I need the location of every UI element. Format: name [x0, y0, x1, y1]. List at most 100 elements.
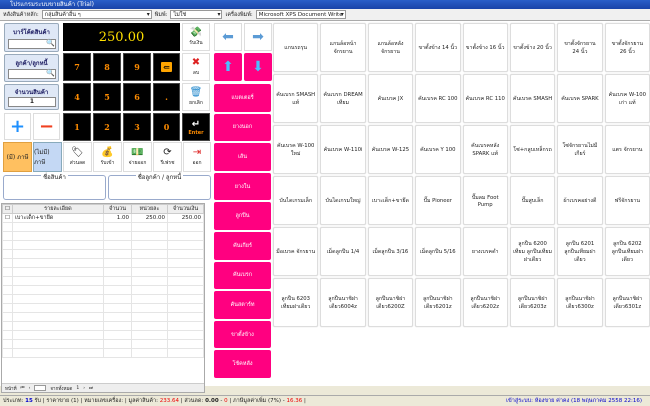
group-select[interactable]: กลุ่มสินค้าอื่น ๆ	[41, 10, 152, 19]
product-button[interactable]: ลูกปืน 6203 เทียมฝาเดียว	[273, 278, 319, 327]
receive-in-button[interactable]: 💰 รับเข้า	[93, 142, 122, 172]
category-button[interactable]: ขาตั้งข้าง	[214, 320, 271, 349]
category-button[interactable]: เส้น	[214, 143, 271, 171]
tax-off-button[interactable]: (ไม่มี) ภาษี	[33, 142, 62, 172]
product-button[interactable]: ลูกปืนนาชิฝาเดียว6004z	[320, 278, 366, 327]
product-button[interactable]: คันเบรค W-100 ใหม่	[273, 125, 319, 174]
product-button[interactable]: คันเบรคหลัง SPARK แท้	[462, 125, 508, 174]
product-button[interactable]: คันเบรค SMASH	[509, 74, 556, 123]
product-button[interactable]: เบาะเด็ก+ขายึด	[367, 176, 414, 225]
product-button[interactable]: ขาตั้งข้าง 20 นิ้ว	[509, 23, 556, 72]
page-input[interactable]	[34, 385, 47, 391]
product-button[interactable]: คันเบรก DREAM เทียม	[320, 74, 366, 123]
key-5[interactable]: 5	[93, 83, 121, 111]
product-button[interactable]: ฟรีจักรยาน	[604, 176, 650, 225]
key-3[interactable]: 3	[123, 113, 151, 141]
printer-select[interactable]: Microsoft XPS Document Write	[255, 10, 346, 19]
receive-payment-button[interactable]: 💸 รับเงิน	[182, 23, 210, 51]
plus-button[interactable]: +	[4, 113, 31, 140]
product-button[interactable]: คันเบรค W-100 เก่า แท้	[604, 74, 650, 123]
product-button[interactable]: ลูกปืน 6201 ลูกปืนเทียมฝาเดียว	[557, 227, 603, 276]
key-7[interactable]: 7	[63, 53, 91, 81]
cancel-button[interactable]: 🗑 ยกเลิก	[182, 83, 210, 111]
right-arrow-button[interactable]: ➡	[244, 23, 272, 51]
product-button[interactable]: ลูกปืนนาชิฝาเดียว6203z	[509, 278, 556, 327]
last-page-icon[interactable]: ⏭	[89, 385, 93, 391]
product-button[interactable]: ลูกปืน 6202 ลูกปืนเทียมฝาเดียว	[604, 227, 650, 276]
product-button[interactable]: มือเบรค จักรยาน	[273, 227, 319, 276]
refresh-button[interactable]: ⟳ รีเฟรช	[153, 142, 182, 172]
pay-out-button[interactable]: 💵 จ่ายออก	[123, 142, 152, 172]
product-button[interactable]: คันเบรค W-110i	[320, 125, 366, 174]
key-9[interactable]: 9	[123, 53, 151, 81]
key-dot[interactable]: .	[153, 83, 180, 111]
key-8[interactable]: 8	[93, 53, 121, 81]
quantity-input[interactable]: 1	[8, 97, 56, 107]
delete-button[interactable]: ✖ ลบ	[182, 53, 210, 81]
product-button[interactable]: คันเบรค RC 100	[415, 74, 461, 123]
product-button[interactable]: เม็ดลูกปืน 5/16	[415, 227, 461, 276]
category-button[interactable]: คันสตาร์ท	[214, 291, 271, 319]
product-button[interactable]: คันเบรก SMASH แท้	[273, 74, 319, 123]
prev-page-icon[interactable]: ‹	[29, 386, 31, 391]
key-4[interactable]: 4	[63, 83, 91, 111]
product-button[interactable]: ยางเบรคดำ	[462, 227, 508, 276]
select-all-checkbox[interactable]: ☐	[2, 204, 13, 214]
product-button[interactable]: ปั๊มลม Foot Pump	[462, 176, 508, 225]
product-button[interactable]: ลูกปืนนาชิฝาเดียว6300z	[557, 278, 603, 327]
product-button[interactable]: คันเบรค SPARK	[557, 74, 603, 123]
product-button[interactable]: ปั๊มสูบเล็ก	[509, 176, 556, 225]
tax-on-button[interactable]: (มี) ภาษี	[3, 142, 32, 172]
search-icon[interactable]: 🔍	[46, 39, 55, 47]
product-button[interactable]: ขาตั้งข้าง 16 นิ้ว	[462, 23, 508, 72]
product-button[interactable]: ลูกปืนนาชิฝาเดียว6200Z	[367, 278, 414, 327]
row-checkbox[interactable]: ☐	[2, 213, 13, 223]
product-button[interactable]: แกนรถรุน	[273, 23, 319, 72]
product-button[interactable]: คันเบรค RC 110	[462, 74, 508, 123]
key-0[interactable]: 0	[153, 113, 180, 141]
table-row[interactable]: ☐ เบาะเด็ก+ขายึด 1.00 250.00 250.00	[2, 213, 204, 223]
product-button[interactable]: ลูกปืน 6200 เทียม ลูกปืนเทียมฝาเดียว	[509, 227, 556, 276]
down-arrow-button[interactable]: ⬇	[244, 53, 272, 81]
product-button[interactable]: ขาตั้งจักรยาน 24 นิ้ว	[557, 23, 603, 72]
category-button[interactable]: ยางนอก	[214, 113, 271, 142]
key-6[interactable]: 6	[123, 83, 151, 111]
left-arrow-button[interactable]: ⬅	[214, 23, 242, 51]
exit-button[interactable]: ⇥ ออก	[183, 142, 211, 172]
minus-button[interactable]: −	[33, 113, 60, 140]
product-button[interactable]: คันเบรค JX	[367, 74, 414, 123]
print-select[interactable]: ไม่ใช่	[170, 10, 223, 19]
enter-button[interactable]: ↵ Enter	[182, 113, 210, 141]
backspace-key[interactable]: ⇐	[153, 53, 180, 81]
product-button[interactable]: ปั๊ม Pioneer	[415, 176, 461, 225]
product-button[interactable]: ลูกปืนนาชิฝาเดียว6201z	[415, 278, 461, 327]
search-icon[interactable]: 🔍	[46, 69, 55, 77]
product-button[interactable]: ขาตั้งจักรยาน 26 นิ้ว	[604, 23, 650, 72]
discount-button[interactable]: 🏷 ส่วนลด	[63, 142, 92, 172]
product-button[interactable]: คันเบรค W-125	[367, 125, 414, 174]
first-page-icon[interactable]: ⏮	[21, 385, 25, 391]
key-2[interactable]: 2	[93, 113, 121, 141]
product-button[interactable]: ลูกปืนนาชิฝาเดียว6301z	[604, 278, 650, 327]
category-button[interactable]: ลูกปืน	[214, 202, 271, 230]
product-button[interactable]: โซ่จักรยานไม่มีเกียร์	[557, 125, 603, 174]
up-arrow-button[interactable]: ⬆	[214, 53, 242, 81]
product-button[interactable]: โซ่+กลูบเหล็กรถ	[509, 125, 556, 174]
key-1[interactable]: 1	[63, 113, 91, 141]
product-button[interactable]: เม็ดลูกปืน 3/16	[367, 227, 414, 276]
next-page-icon[interactable]: ›	[83, 386, 85, 391]
product-button[interactable]: คันเบรค Y 100	[415, 125, 461, 174]
category-button[interactable]: โช้คหลัง	[214, 350, 271, 378]
category-button[interactable]: คันเกียร์	[214, 231, 271, 260]
product-button[interactable]: บันไดเกรมใหญ่	[320, 176, 366, 225]
product-button[interactable]: ลูกปืนนาชิฝาเดียว6202z	[462, 278, 508, 327]
product-button[interactable]: แกนล้อหลัง จักรยาน	[367, 23, 414, 72]
product-button[interactable]: เม็ดลูกปืน 1/4	[320, 227, 366, 276]
product-button[interactable]: ขาตั้งข้าง 14 นิ้ว	[415, 23, 461, 72]
product-button[interactable]: บันไดเกรมเล็ก	[273, 176, 319, 225]
category-button[interactable]: แบตเตอรี่	[214, 84, 271, 112]
product-button[interactable]: ผ้าเบรคอย่างดี	[557, 176, 603, 225]
product-button[interactable]: แกนล้อหน้า จักรยาน	[320, 23, 366, 72]
product-button[interactable]: แตร จักรยาน	[604, 125, 650, 174]
category-button[interactable]: คันเบรก	[214, 261, 271, 290]
